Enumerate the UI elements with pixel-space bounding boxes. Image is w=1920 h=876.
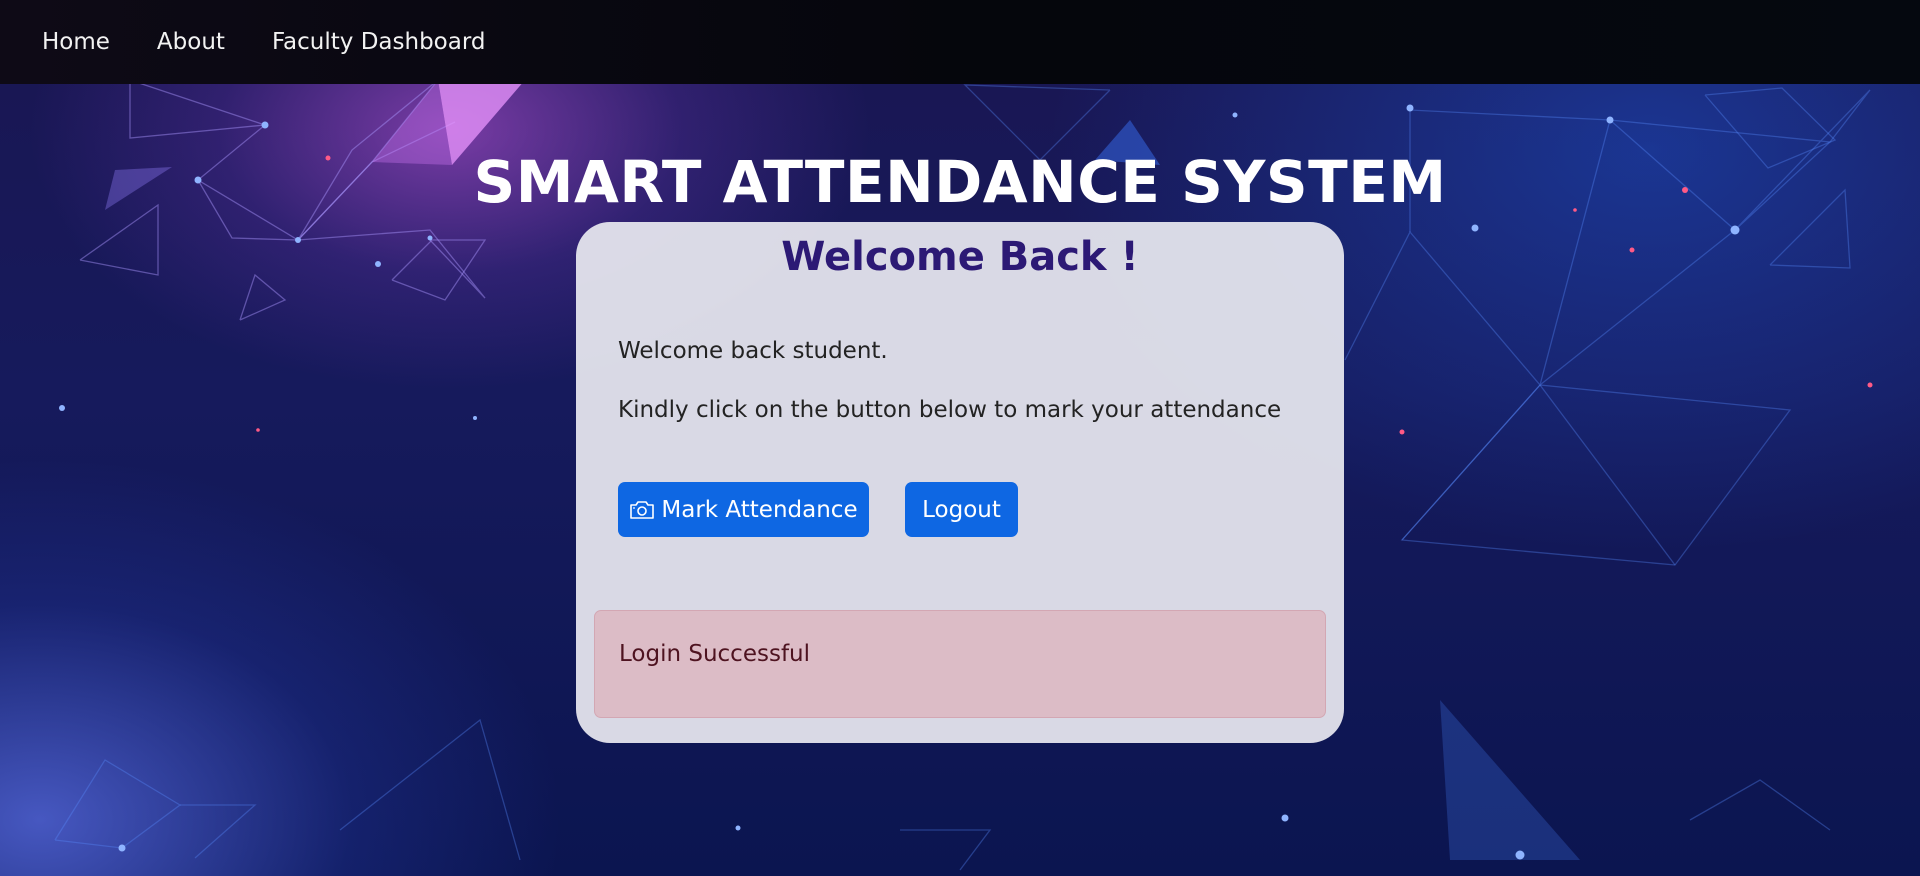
card-heading: Welcome Back ! [781,234,1139,280]
top-navbar: Home About Faculty Dashboard [0,0,1920,84]
nav-link-faculty-dashboard[interactable]: Faculty Dashboard [272,29,486,55]
login-success-alert: Login Successful [594,610,1326,718]
welcome-card: Welcome Back ! Welcome back student. Kin… [576,222,1344,743]
alert-message: Login Successful [619,641,811,667]
logout-button[interactable]: Logout [905,482,1018,537]
camera-icon [630,500,655,519]
nav-link-home[interactable]: Home [42,29,110,55]
page-title: SMART ATTENDANCE SYSTEM [473,148,1447,216]
instruction-text: Kindly click on the button below to mark… [618,397,1282,423]
greeting-text: Welcome back student. [618,338,888,364]
mark-attendance-label: Mark Attendance [661,496,858,523]
mark-attendance-button[interactable]: Mark Attendance [618,482,869,537]
nav-link-about[interactable]: About [157,29,225,55]
